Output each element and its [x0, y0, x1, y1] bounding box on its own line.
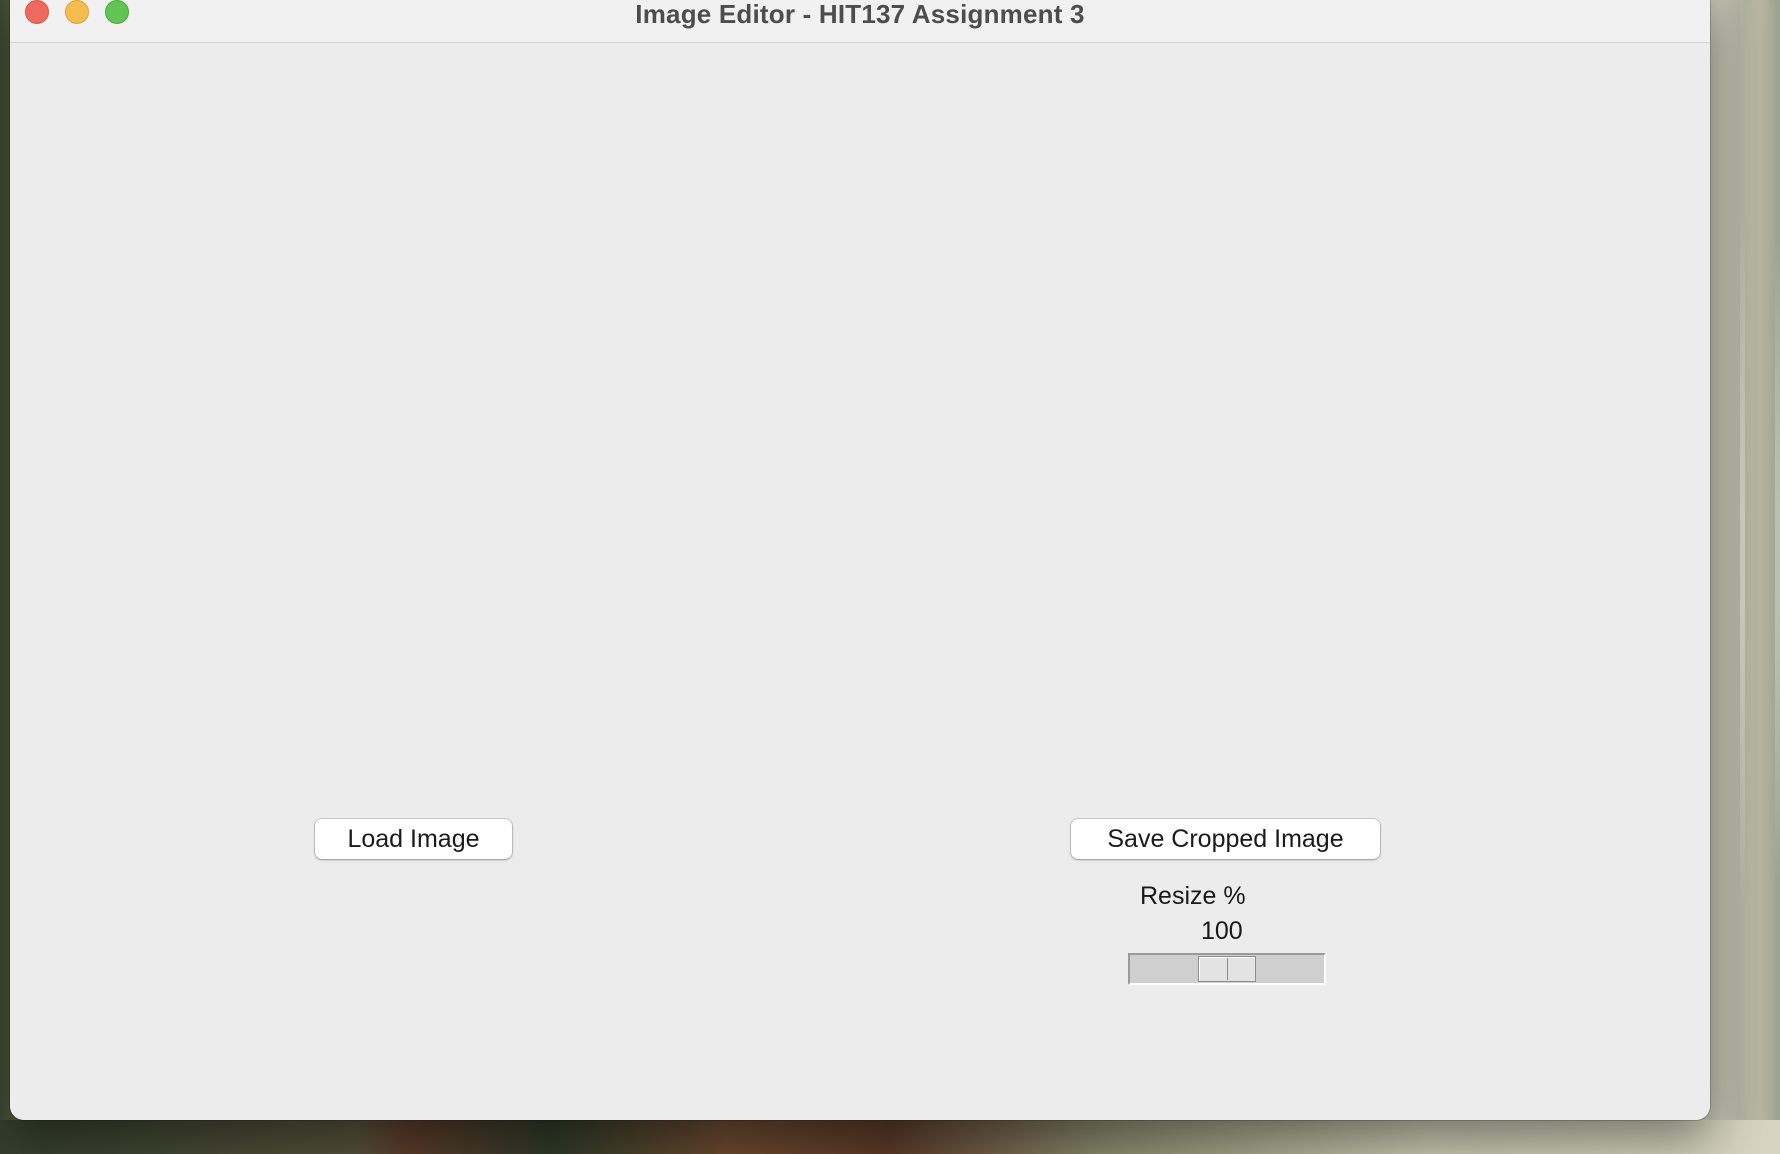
- app-window: Image Editor - HIT137 Assignment 3 Load …: [10, 0, 1710, 1120]
- resize-slider-thumb[interactable]: [1198, 956, 1256, 982]
- editor-canvas-area: [10, 43, 1710, 1120]
- resize-slider[interactable]: [1128, 953, 1326, 985]
- load-image-button[interactable]: Load Image: [315, 819, 512, 859]
- resize-label: Resize %: [1140, 882, 1246, 910]
- title-bar[interactable]: Image Editor - HIT137 Assignment 3: [10, 0, 1710, 43]
- save-cropped-image-button[interactable]: Save Cropped Image: [1071, 819, 1380, 859]
- forest-floor: [0, 1120, 1780, 1154]
- resize-value: 100: [1201, 917, 1243, 945]
- window-title: Image Editor - HIT137 Assignment 3: [635, 0, 1085, 29]
